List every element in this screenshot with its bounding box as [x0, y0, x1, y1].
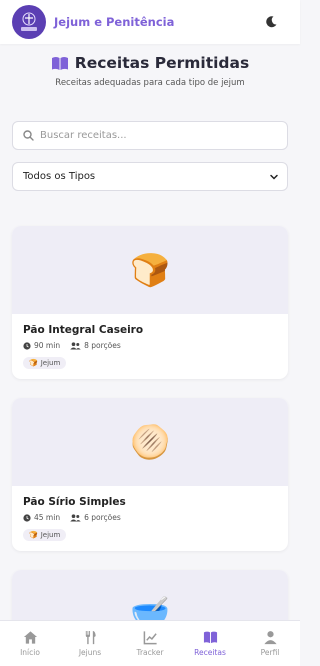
recipe-tag-label: Jejum [40, 531, 61, 539]
bottom-nav: Início Jejuns Tracker Receitas Perfil [0, 620, 300, 666]
app-logo[interactable] [12, 5, 46, 39]
bread-icon: 🍞 [130, 251, 170, 289]
recipe-time: 90 min [23, 341, 60, 350]
recipe-servings-value: 8 porções [84, 341, 121, 350]
recipe-tag: 🍞 Jejum [23, 357, 67, 369]
nav-item-tracker[interactable]: Tracker [120, 630, 180, 657]
logo-emblem-icon [13, 6, 45, 38]
app-title: Jejum e Penitência [54, 15, 175, 29]
open-book-icon [51, 56, 68, 70]
page-subtitle: Receitas adequadas para cada tipo de jej… [55, 78, 245, 88]
nav-item-receitas[interactable]: Receitas [180, 630, 240, 657]
search-input[interactable] [40, 130, 270, 141]
user-icon [263, 631, 277, 645]
recipe-title: Pão Sírio Simples [23, 496, 126, 508]
chevron-down-icon [270, 174, 278, 180]
recipe-servings: 6 porções [70, 513, 121, 522]
chart-line-icon [143, 631, 157, 645]
recipe-title: Pão Integral Caseiro [23, 324, 144, 336]
recipe-tag: 🍞 Jejum [23, 529, 67, 541]
recipe-servings: 8 porções [70, 341, 121, 350]
recipe-type-selected: Todos os Tipos [23, 171, 96, 182]
bread-tag-icon: 🍞 [29, 531, 38, 539]
page-heading: Receitas Permitidas Receitas adequadas p… [0, 54, 300, 88]
nav-label: Início [20, 648, 40, 657]
bread-tag-icon: 🍞 [29, 359, 38, 367]
recipe-tag-label: Jejum [40, 359, 61, 367]
recipe-time: 45 min [23, 513, 60, 522]
search-box[interactable] [12, 121, 288, 150]
nav-item-jejuns[interactable]: Jejuns [60, 630, 120, 657]
clock-icon [23, 513, 31, 522]
users-icon [70, 513, 81, 521]
utensils-icon [85, 630, 96, 645]
dark-mode-moon-icon[interactable] [264, 15, 278, 29]
nav-item-perfil[interactable]: Perfil [240, 630, 300, 657]
nav-label: Tracker [136, 648, 164, 657]
users-icon [70, 341, 81, 349]
nav-item-inicio[interactable]: Início [0, 630, 60, 657]
nav-label: Perfil [260, 648, 280, 657]
clock-icon [23, 341, 31, 350]
recipe-image: 🫓 [12, 398, 288, 486]
nav-label: Receitas [194, 648, 226, 657]
recipe-card[interactable]: 🍞 Pão Integral Caseiro 90 min 8 porções [12, 226, 288, 379]
flatbread-icon: 🫓 [130, 423, 170, 461]
nav-label: Jejuns [78, 648, 102, 657]
search-icon [23, 130, 34, 141]
app-header: Jejum e Penitência [0, 0, 300, 44]
recipe-time-value: 90 min [34, 341, 61, 350]
recipe-type-select[interactable]: Todos os Tipos [12, 162, 288, 191]
home-icon [23, 631, 37, 644]
recipe-image: 🍞 [12, 226, 288, 314]
recipe-time-value: 45 min [34, 513, 61, 522]
recipe-servings-value: 6 porções [84, 513, 121, 522]
page-title: Receitas Permitidas [74, 54, 250, 72]
recipe-card[interactable]: 🫓 Pão Sírio Simples 45 min 6 porções 🍞 J… [12, 398, 288, 551]
open-book-icon [203, 631, 217, 644]
